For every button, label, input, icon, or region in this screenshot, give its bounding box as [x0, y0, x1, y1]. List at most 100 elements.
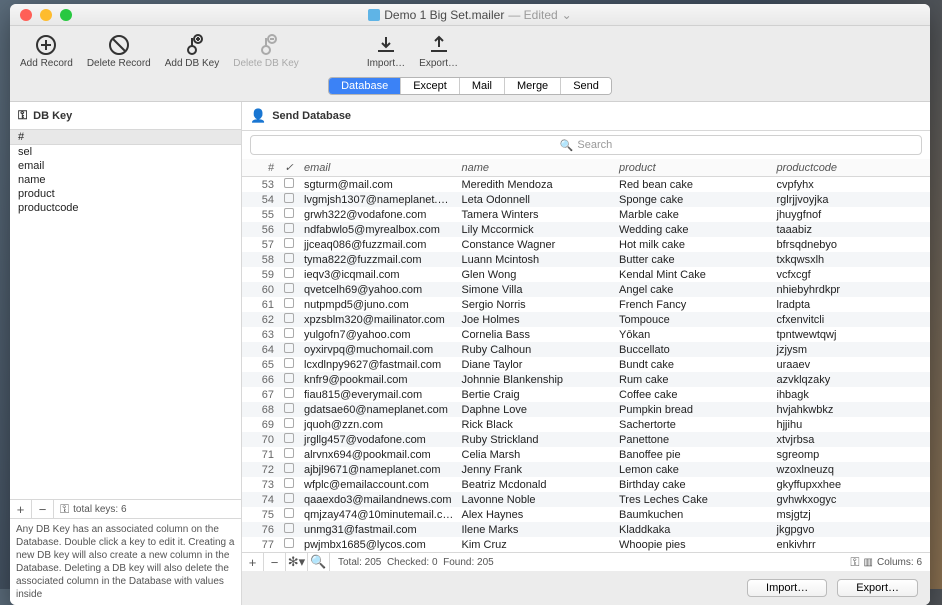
key-plus-icon: [177, 32, 207, 58]
import-footer-button[interactable]: Import…: [747, 579, 827, 597]
settings-button[interactable]: ✻▾: [286, 553, 308, 571]
db-key-list[interactable]: #selemailnameproductproductcode: [10, 130, 241, 499]
row-checkbox[interactable]: [284, 403, 294, 413]
close-icon[interactable]: [20, 9, 32, 21]
row-checkbox[interactable]: [284, 313, 294, 323]
remove-row-button[interactable]: −: [264, 553, 286, 571]
row-checkbox[interactable]: [284, 208, 294, 218]
row-checkbox[interactable]: [284, 433, 294, 443]
row-checkbox[interactable]: [284, 268, 294, 278]
export-footer-button[interactable]: Export…: [837, 579, 918, 597]
table-row[interactable]: 57jjceaq086@fuzzmail.comConstance Wagner…: [242, 237, 930, 252]
column-header[interactable]: name: [458, 159, 616, 177]
delete-db-key-button[interactable]: Delete DB Key: [233, 32, 299, 69]
zoom-icon[interactable]: [60, 9, 72, 21]
sidebar-heading: DB Key: [33, 110, 72, 122]
row-checkbox[interactable]: [284, 178, 294, 188]
plus-circle-icon: [31, 32, 61, 58]
database-table: #✓emailnameproductproductcode 53sgturm@m…: [242, 159, 930, 552]
add-record-button[interactable]: Add Record: [20, 32, 73, 69]
table-row[interactable]: 54lvgmjsh1307@nameplanet.comLeta Odonnel…: [242, 192, 930, 207]
row-checkbox[interactable]: [284, 358, 294, 368]
table-row[interactable]: 59ieqv3@icqmail.comGlen WongKendal Mint …: [242, 267, 930, 282]
table-row[interactable]: 72ajbjl9671@nameplanet.comJenny FrankLem…: [242, 462, 930, 477]
db-key-item[interactable]: email: [10, 159, 241, 173]
search-input[interactable]: 🔍 Search: [250, 135, 922, 155]
minimize-icon[interactable]: [40, 9, 52, 21]
row-checkbox[interactable]: [284, 493, 294, 503]
row-checkbox[interactable]: [284, 418, 294, 428]
table-row[interactable]: 68gdatsae60@nameplanet.comDaphne LovePum…: [242, 402, 930, 417]
tab-merge[interactable]: Merge: [505, 78, 561, 94]
table-row[interactable]: 71alrvnx694@pookmail.comCelia MarshBanof…: [242, 447, 930, 462]
table-row[interactable]: 76unmg31@fastmail.comIlene MarksKladdkak…: [242, 522, 930, 537]
db-key-item[interactable]: product: [10, 187, 241, 201]
add-row-button[interactable]: +: [242, 553, 264, 571]
row-checkbox[interactable]: [284, 328, 294, 338]
tab-except[interactable]: Except: [401, 78, 460, 94]
column-header[interactable]: productcode: [773, 159, 931, 177]
table-row[interactable]: 55grwh322@vodafone.comTamera WintersMarb…: [242, 207, 930, 222]
row-checkbox[interactable]: [284, 373, 294, 383]
doc-icon: [368, 9, 380, 21]
import-button[interactable]: Import…: [367, 32, 405, 69]
search-rows-button[interactable]: 🔍: [308, 553, 330, 571]
table-row[interactable]: 77pwjmbx1685@lycos.comKim CruzWhoopie pi…: [242, 537, 930, 552]
export-button[interactable]: Export…: [419, 32, 458, 69]
export-icon: [424, 32, 454, 58]
db-key-item[interactable]: sel: [10, 145, 241, 159]
table-row[interactable]: 53sgturm@mail.comMeredith MendozaRed bea…: [242, 177, 930, 193]
table-row[interactable]: 69jquoh@zzn.comRick BlackSachertortehjji…: [242, 417, 930, 432]
table-row[interactable]: 63yulgofn7@yahoo.comCornelia BassYōkantp…: [242, 327, 930, 342]
row-checkbox[interactable]: [284, 343, 294, 353]
key-icon: ⚿: [850, 555, 859, 570]
table-row[interactable]: 64oyxirvpq@muchomail.comRuby CalhounBucc…: [242, 342, 930, 357]
table-row[interactable]: 62xpzsblm320@mailinator.comJoe HolmesTom…: [242, 312, 930, 327]
titlebar: Demo 1 Big Set.mailer — Edited ⌄: [10, 4, 930, 26]
window-state: — Edited: [508, 8, 557, 22]
delete-record-button[interactable]: Delete Record: [87, 32, 151, 69]
remove-key-button[interactable]: −: [32, 500, 54, 518]
tab-database[interactable]: Database: [329, 78, 401, 94]
column-header[interactable]: ✓: [278, 159, 300, 177]
row-checkbox[interactable]: [284, 463, 294, 473]
db-key-item[interactable]: name: [10, 173, 241, 187]
row-checkbox[interactable]: [284, 193, 294, 203]
row-checkbox[interactable]: [284, 388, 294, 398]
table-row[interactable]: 66knfr9@pookmail.comJohnnie BlankenshipR…: [242, 372, 930, 387]
table-row[interactable]: 67fiau815@everymail.comBertie CraigCoffe…: [242, 387, 930, 402]
tab-send[interactable]: Send: [561, 78, 611, 94]
db-key-item[interactable]: productcode: [10, 201, 241, 215]
add-key-button[interactable]: +: [10, 500, 32, 518]
row-checkbox[interactable]: [284, 253, 294, 263]
table-row[interactable]: 61nutpmpd5@juno.comSergio NorrisFrench F…: [242, 297, 930, 312]
row-checkbox[interactable]: [284, 283, 294, 293]
row-checkbox[interactable]: [284, 223, 294, 233]
row-checkbox[interactable]: [284, 478, 294, 488]
db-key-item[interactable]: #: [10, 130, 241, 145]
row-checkbox[interactable]: [284, 523, 294, 533]
table-row[interactable]: 73wfplc@emailaccount.comBeatriz Mcdonald…: [242, 477, 930, 492]
row-checkbox[interactable]: [284, 508, 294, 518]
columns-count-button[interactable]: ▥: [864, 557, 873, 568]
table-row[interactable]: 74qaaexdo3@mailandnews.comLavonne NobleT…: [242, 492, 930, 507]
table-row[interactable]: 58tyma822@fuzzmail.comLuann McintoshButt…: [242, 252, 930, 267]
add-db-key-button[interactable]: Add DB Key: [165, 32, 219, 69]
table-row[interactable]: 70jrgllg457@vodafone.comRuby StricklandP…: [242, 432, 930, 447]
key-icon: ⚿: [18, 108, 27, 123]
title-dropdown-icon[interactable]: ⌄: [562, 8, 572, 22]
column-header[interactable]: email: [300, 159, 458, 177]
column-header[interactable]: #: [242, 159, 278, 177]
table-row[interactable]: 65lcxdlnpy9627@fastmail.comDiane TaylorB…: [242, 357, 930, 372]
person-icon: 👤: [250, 108, 266, 124]
row-checkbox[interactable]: [284, 448, 294, 458]
table-row[interactable]: 56ndfabwlo5@myrealbox.comLily MccormickW…: [242, 222, 930, 237]
table-row[interactable]: 75qmjzay474@10minutemail.comAlex HaynesB…: [242, 507, 930, 522]
row-checkbox[interactable]: [284, 538, 294, 548]
row-checkbox[interactable]: [284, 298, 294, 308]
column-header[interactable]: product: [615, 159, 773, 177]
footer-buttons: Import… Export…: [242, 571, 930, 605]
row-checkbox[interactable]: [284, 238, 294, 248]
tab-mail[interactable]: Mail: [460, 78, 505, 94]
table-row[interactable]: 60qvetcelh69@yahoo.comSimone VillaAngel …: [242, 282, 930, 297]
